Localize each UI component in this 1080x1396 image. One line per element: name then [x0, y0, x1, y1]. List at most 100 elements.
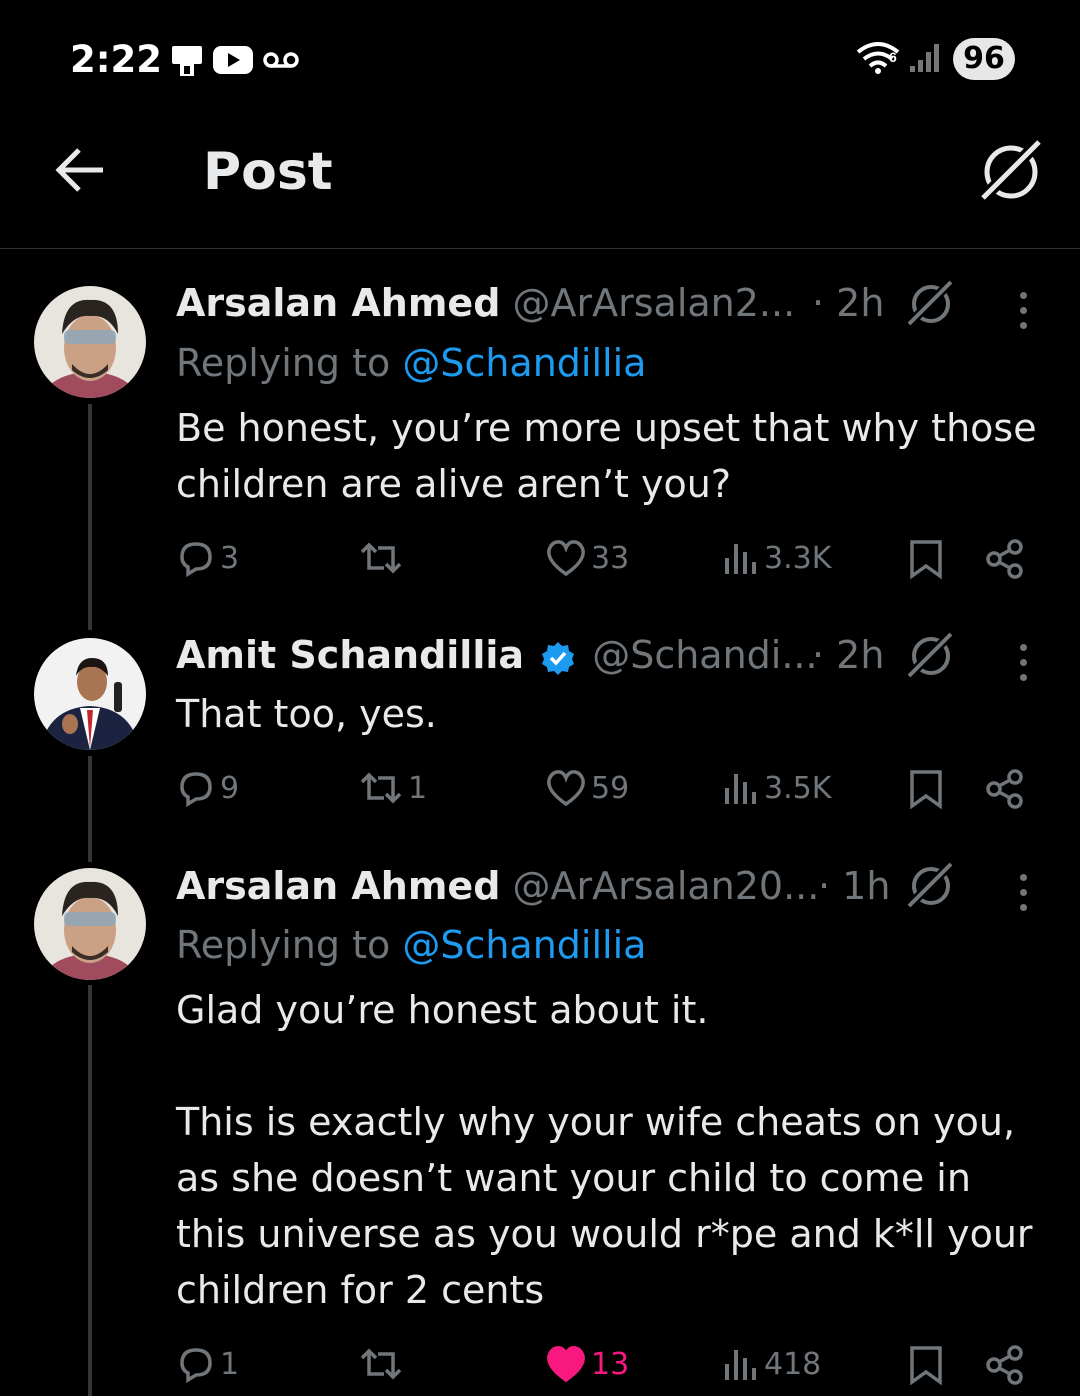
like-button[interactable]: 59 — [545, 768, 629, 808]
battery-indicator: 96 — [953, 38, 1015, 80]
post-header: Arsalan Ahmed @ArArsalan2... — [176, 281, 795, 325]
post-time: · 2h — [812, 281, 885, 325]
bookmark-icon[interactable] — [908, 538, 944, 580]
views-icon — [725, 544, 756, 574]
youtube-icon — [213, 46, 253, 74]
avatar[interactable] — [34, 638, 146, 750]
repost-button[interactable] — [358, 538, 408, 578]
reply-count: 1 — [220, 1346, 240, 1382]
post-text-line: Be honest, you’re more upset that why th… — [176, 406, 1037, 450]
status-bar: 2:22 6 96 — [0, 0, 1080, 120]
author-handle[interactable]: @ArArsalan2... — [513, 281, 796, 325]
heart-icon — [547, 540, 585, 577]
author-name[interactable]: Amit Schandillia — [176, 633, 524, 677]
bookmark-icon[interactable] — [908, 1344, 944, 1386]
more-options-button[interactable] — [1020, 644, 1027, 689]
reply-count: 9 — [220, 770, 240, 806]
repost-icon — [360, 1348, 402, 1380]
more-options-button[interactable] — [1020, 292, 1027, 337]
more-icon — [1020, 874, 1027, 881]
post-text-line: children are alive aren’t you? — [176, 462, 732, 506]
bookmark-icon[interactable] — [908, 768, 944, 810]
post-text: Glad you’re honest about it. This is exa… — [176, 982, 1046, 1318]
grok-icon[interactable] — [903, 628, 957, 682]
grok-icon — [976, 135, 1046, 205]
like-button[interactable]: 13 — [545, 1344, 629, 1384]
more-icon — [1020, 292, 1027, 299]
views-icon — [725, 1350, 756, 1380]
svg-text:6: 6 — [889, 49, 897, 65]
avatar-image — [34, 638, 146, 750]
post-header: Amit Schandillia @Schandi... — [176, 633, 818, 677]
post-text-line: this universe as you would r*pe and k*ll… — [176, 1212, 1033, 1256]
view-count: 3.3K — [764, 540, 832, 576]
author-handle[interactable]: @ArArsalan20... — [513, 864, 820, 908]
post-text-line — [176, 1038, 1046, 1094]
signal-icon — [910, 44, 939, 72]
replying-to-label: Replying to — [176, 341, 391, 385]
author-handle[interactable]: @Schandi... — [592, 633, 817, 677]
replying-to: Replying to @Schandillia — [176, 341, 646, 385]
avatar[interactable] — [34, 286, 146, 398]
post-text: That too, yes. — [176, 686, 1046, 742]
avatar-image — [34, 868, 146, 980]
page-title: Post — [203, 142, 333, 202]
view-count: 418 — [764, 1346, 822, 1382]
more-icon — [1020, 644, 1027, 651]
post-time: · 1h — [818, 864, 891, 908]
post-text-line: This is exactly why your wife cheats on … — [176, 1100, 1016, 1144]
grok-icon[interactable] — [903, 276, 957, 330]
post-text-line: That too, yes. — [176, 692, 437, 736]
grok-button[interactable] — [975, 135, 1046, 210]
reply-button[interactable]: 1 — [176, 1344, 239, 1384]
like-count: 59 — [591, 770, 630, 806]
verified-badge-icon — [542, 641, 575, 675]
heart-icon — [547, 1346, 585, 1383]
reply-icon — [180, 1348, 212, 1384]
post-text-line: as she doesn’t want your child to come i… — [176, 1156, 971, 1200]
phone-notification-icon — [172, 46, 202, 76]
thread-connector — [88, 756, 92, 862]
repost-button[interactable] — [358, 1344, 408, 1384]
post-header: Arsalan Ahmed @ArArsalan20... — [176, 864, 819, 908]
header-divider — [0, 248, 1080, 249]
replying-to-label: Replying to — [176, 923, 391, 967]
post-text: Be honest, you’re more upset that why th… — [176, 400, 1046, 512]
voicemail-icon — [263, 52, 299, 68]
replying-to-link[interactable]: @Schandillia — [402, 341, 646, 385]
like-button[interactable]: 33 — [545, 538, 629, 578]
author-name[interactable]: Arsalan Ahmed — [176, 864, 500, 908]
back-arrow-icon — [55, 148, 103, 192]
back-button[interactable] — [55, 147, 105, 197]
reply-icon — [180, 542, 212, 578]
share-icon[interactable] — [985, 768, 1025, 810]
repost-icon — [360, 542, 402, 574]
view-count: 3.5K — [764, 770, 832, 806]
views-button[interactable]: 418 — [724, 1344, 821, 1384]
share-icon[interactable] — [985, 1344, 1025, 1386]
share-icon[interactable] — [985, 538, 1025, 580]
replying-to-link[interactable]: @Schandillia — [402, 923, 646, 967]
wifi-icon: 6 — [856, 42, 900, 74]
avatar[interactable] — [34, 868, 146, 980]
author-name[interactable]: Arsalan Ahmed — [176, 281, 500, 325]
repost-icon — [360, 772, 402, 804]
post-text-line: children for 2 cents — [176, 1268, 545, 1312]
avatar-image — [34, 286, 146, 398]
heart-icon — [547, 770, 585, 807]
like-count: 13 — [591, 1346, 630, 1382]
reply-count: 3 — [220, 540, 240, 576]
reply-icon — [180, 772, 212, 808]
post-text-line: Glad you’re honest about it. — [176, 988, 709, 1032]
repost-button[interactable]: 1 — [358, 768, 427, 808]
like-count: 33 — [591, 540, 630, 576]
reply-button[interactable]: 9 — [176, 768, 239, 808]
grok-icon[interactable] — [903, 858, 957, 912]
repost-count: 1 — [408, 770, 428, 806]
thread-connector — [88, 985, 92, 1396]
views-button[interactable]: 3.3K — [724, 538, 831, 578]
more-options-button[interactable] — [1020, 874, 1027, 919]
views-button[interactable]: 3.5K — [724, 768, 831, 808]
reply-button[interactable]: 3 — [176, 538, 239, 578]
views-icon — [725, 774, 756, 804]
